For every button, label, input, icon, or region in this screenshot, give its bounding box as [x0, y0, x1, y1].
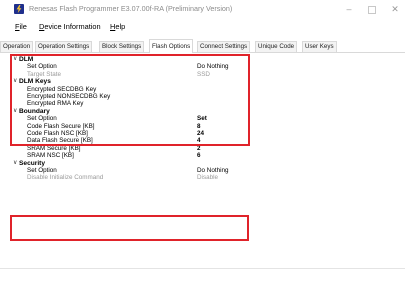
property-row-security-set-option[interactable]: Set Option Do Nothing [13, 167, 248, 174]
title-bar: Renesas Flash Programmer E3.07.00f-RA (P… [0, 0, 405, 19]
property-name: Disable Initialize Command [27, 174, 104, 182]
category-label: Security [19, 159, 46, 167]
maximize-button[interactable] [363, 2, 381, 16]
menu-help[interactable]: Help [110, 22, 125, 31]
highlight-box-security [10, 215, 249, 241]
minimize-button[interactable]: – [340, 2, 358, 16]
panel-divider [0, 268, 405, 269]
app-icon [14, 4, 24, 14]
tab-flash-options[interactable]: Flash Options [149, 39, 194, 53]
tab-block-settings[interactable]: Block Settings [99, 41, 145, 52]
tab-connect-settings[interactable]: Connect Settings [197, 41, 251, 52]
maximize-icon [368, 6, 376, 14]
property-row-sram-nsc[interactable]: SRAM NSC [KB] 6 [13, 152, 248, 159]
menu-bar: File Device Information Help [0, 22, 405, 35]
tab-unique-code[interactable]: Unique Code [255, 41, 298, 52]
app-window: Renesas Flash Programmer E3.07.00f-RA (P… [0, 0, 405, 287]
menu-help-label: elp [115, 22, 126, 31]
collapse-chevron-icon[interactable]: ∨ [13, 160, 17, 167]
tab-strip: Operation Operation Settings Block Setti… [0, 39, 405, 53]
property-value[interactable]: Do Nothing [197, 167, 229, 174]
property-name: Set Option [27, 167, 57, 174]
menu-file[interactable]: File [15, 22, 27, 31]
tab-operation-settings[interactable]: Operation Settings [35, 41, 93, 52]
property-row-disable-initialize-command[interactable]: Disable Initialize Command Disable [13, 174, 248, 181]
tab-operation[interactable]: Operation [0, 41, 34, 52]
menu-file-label: ile [19, 22, 27, 31]
menu-device-information-label: evice Information [44, 22, 101, 31]
menu-device-information[interactable]: Device Information [39, 22, 101, 31]
tab-user-keys[interactable]: User Keys [302, 41, 337, 52]
property-value[interactable]: Disable [197, 174, 218, 181]
close-button[interactable]: ✕ [386, 2, 404, 16]
category-security[interactable]: ∨ Security [13, 160, 248, 167]
window-title: Renesas Flash Programmer E3.07.00f-RA (P… [29, 4, 233, 13]
highlight-box-dlm [10, 54, 250, 146]
property-value[interactable]: 6 [197, 152, 201, 159]
property-name: SRAM NSC [KB] [27, 152, 74, 160]
